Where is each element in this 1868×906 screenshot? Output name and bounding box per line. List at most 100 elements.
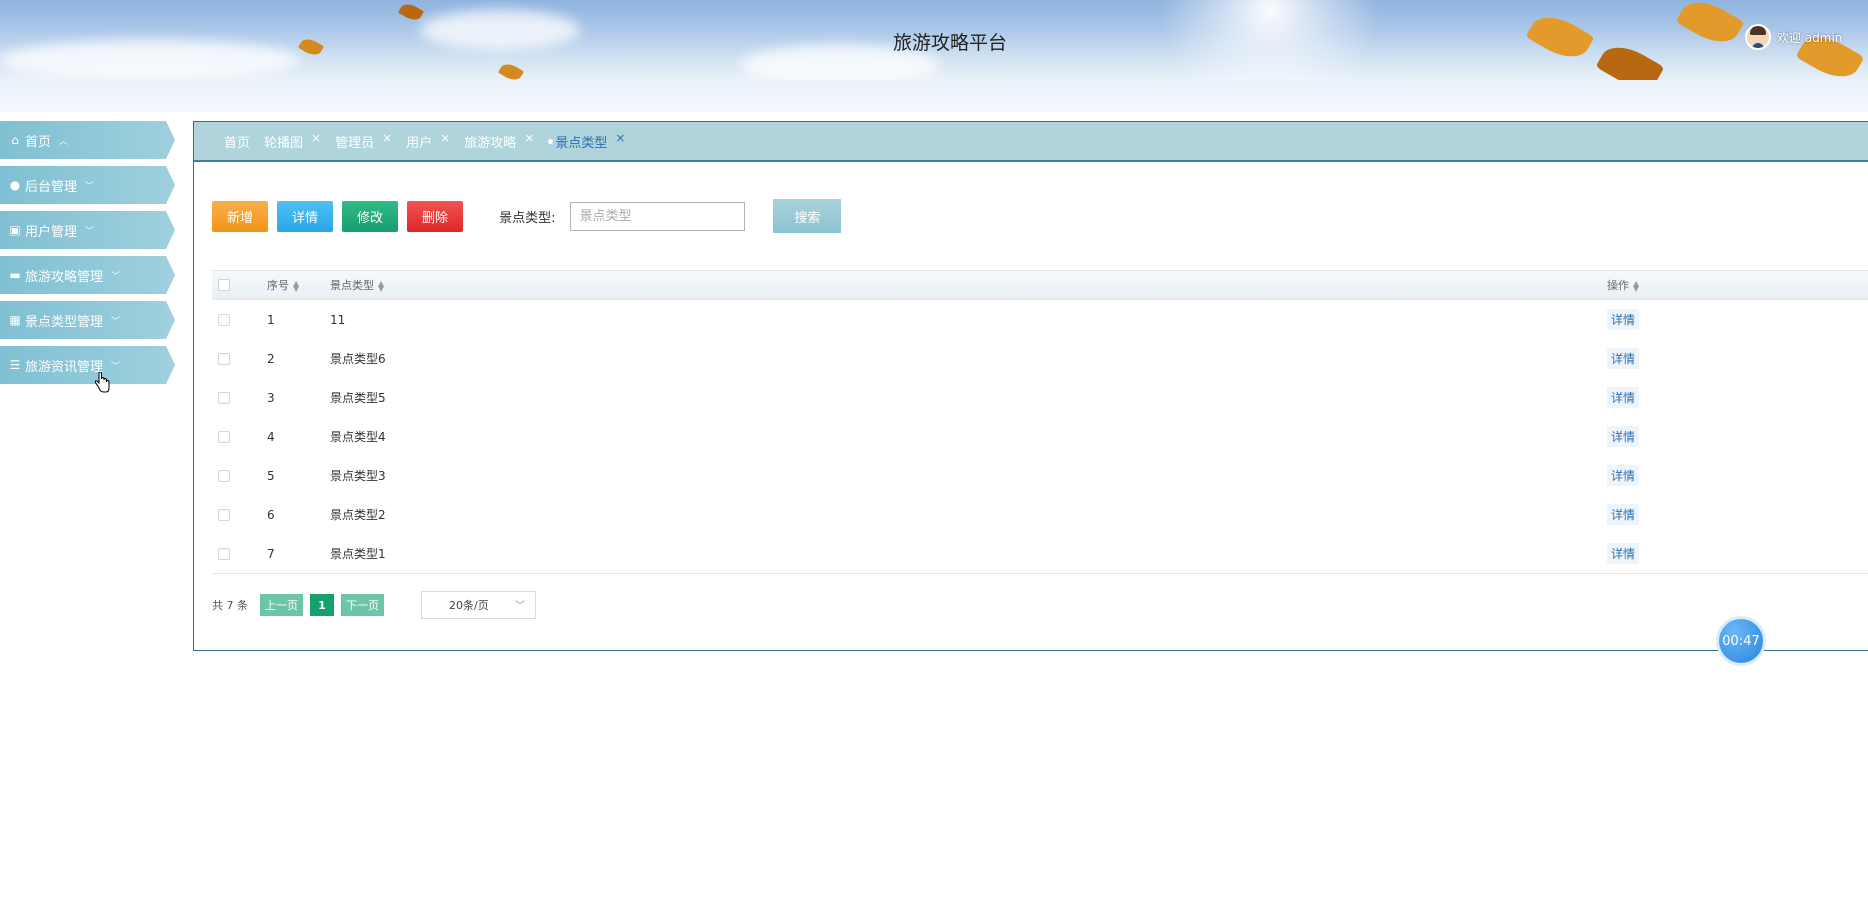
row-checkbox[interactable]: [218, 508, 230, 521]
tab-spot-types[interactable]: 景点类型 ×: [548, 131, 625, 151]
table-row[interactable]: 6 景点类型2 详情: [212, 495, 1868, 534]
row-checkbox[interactable]: [218, 469, 230, 482]
row-checkbox[interactable]: [218, 430, 230, 443]
next-page-button[interactable]: 下一页: [341, 594, 384, 616]
row-detail-link[interactable]: 详情: [1607, 387, 1640, 408]
row-checkbox[interactable]: [218, 313, 230, 326]
welcome-text: 欢迎 admin: [1777, 30, 1843, 45]
timer-badge[interactable]: 00:47: [1719, 619, 1763, 663]
page-size-select[interactable]: 20条/页 ﹀: [421, 591, 536, 619]
cell-no: 2: [267, 351, 275, 366]
picture-icon: ▬: [9, 268, 21, 282]
sort-icon[interactable]: ▲ ▼: [378, 280, 384, 293]
tab-label: 用户: [406, 135, 433, 151]
row-detail-link[interactable]: 详情: [1607, 426, 1640, 447]
search-label: 景点类型:: [499, 210, 556, 226]
sort-icon[interactable]: ▲ ▼: [293, 280, 299, 293]
user-menu[interactable]: 欢迎 admin: [1745, 22, 1842, 52]
row-detail-link[interactable]: 详情: [1607, 465, 1640, 486]
cell-type: 景点类型5: [330, 391, 386, 405]
pagination: 共 7 条 上一页 1 下一页 20条/页 ﹀: [212, 591, 536, 619]
page-number-button[interactable]: 1: [310, 594, 334, 616]
sidebar-item-users[interactable]: ▣ 用户管理 ﹀: [0, 211, 175, 249]
edit-button[interactable]: 修改: [342, 200, 399, 232]
cell-no: 7: [267, 546, 275, 561]
main-panel: 首页 轮播图 × 管理员 × 用户 × 旅游攻略 × 景点类型 × 新增 详情 …: [193, 121, 1868, 651]
detail-button[interactable]: 详情: [277, 200, 334, 232]
close-icon[interactable]: ×: [382, 131, 392, 145]
chevron-down-icon: ﹀: [111, 316, 121, 327]
tab-home[interactable]: 首页: [224, 132, 250, 151]
toolbar: 新增 详情 修改 删除 景点类型: 搜索: [212, 199, 842, 233]
table-row[interactable]: 2 景点类型6 详情: [212, 339, 1868, 378]
avatar: [1745, 24, 1771, 50]
cell-no: 3: [267, 390, 275, 405]
cell-type: 景点类型1: [330, 547, 386, 561]
row-checkbox[interactable]: [218, 352, 230, 365]
page-title: 旅游攻略平台: [892, 32, 1007, 54]
column-header-type[interactable]: 景点类型 ▲ ▼: [330, 277, 1607, 293]
column-header-label: 操作: [1607, 279, 1629, 292]
table-row[interactable]: 7 景点类型1 详情: [212, 534, 1868, 573]
total-count: 共 7 条: [212, 599, 248, 612]
cell-type: 11: [330, 312, 346, 327]
close-icon[interactable]: ×: [440, 131, 450, 145]
sidebar-item-home[interactable]: ⌂ 首页 ︿: [0, 121, 175, 159]
table-row[interactable]: 1 11 详情: [212, 300, 1868, 339]
tab-users[interactable]: 用户 ×: [406, 131, 450, 151]
tab-guides[interactable]: 旅游攻略 ×: [464, 131, 534, 151]
tab-bar: 首页 轮播图 × 管理员 × 用户 × 旅游攻略 × 景点类型 ×: [194, 122, 1868, 162]
column-header-no[interactable]: 序号 ▲ ▼: [267, 277, 330, 293]
cell-no: 1: [267, 312, 275, 327]
cell-type: 景点类型2: [330, 508, 386, 522]
sidebar-item-label: 首页: [25, 134, 52, 150]
search-button[interactable]: 搜索: [773, 199, 842, 233]
cell-type: 景点类型6: [330, 352, 386, 366]
close-icon[interactable]: ×: [311, 131, 321, 145]
prev-page-button[interactable]: 上一页: [260, 594, 303, 616]
table-row[interactable]: 5 景点类型3 详情: [212, 456, 1868, 495]
chevron-down-icon: ﹀: [111, 271, 121, 282]
row-detail-link[interactable]: 详情: [1607, 543, 1640, 564]
row-detail-link[interactable]: 详情: [1607, 348, 1640, 369]
close-icon[interactable]: ×: [524, 131, 534, 145]
sidebar-item-label: 用户管理: [25, 224, 78, 240]
select-all-checkbox[interactable]: [218, 279, 230, 291]
tab-admins[interactable]: 管理员 ×: [335, 131, 392, 151]
sidebar-item-spot-types[interactable]: ▦ 景点类型管理 ﹀: [0, 301, 175, 339]
sidebar-item-news[interactable]: ☰ 旅游资讯管理 ﹀: [0, 346, 175, 384]
delete-button[interactable]: 删除: [407, 200, 464, 232]
search-input[interactable]: [570, 201, 746, 231]
header-banner: 旅游攻略平台 欢迎 admin: [0, 0, 1868, 80]
column-header-label: 景点类型: [330, 279, 374, 292]
sidebar-item-guides[interactable]: ▬ 旅游攻略管理 ﹀: [0, 256, 175, 294]
chevron-down-icon: ﹀: [85, 181, 95, 192]
cell-no: 5: [267, 468, 275, 483]
row-checkbox[interactable]: [218, 391, 230, 404]
column-header-label: 序号: [267, 279, 289, 292]
list-icon: ☰: [9, 358, 21, 372]
row-checkbox[interactable]: [218, 547, 230, 560]
chevron-up-icon: ︿: [59, 136, 69, 147]
add-button[interactable]: 新增: [212, 200, 269, 232]
sidebar-item-label: 旅游攻略管理: [25, 269, 104, 285]
cell-no: 6: [267, 507, 275, 522]
table-row[interactable]: 3 景点类型5 详情: [212, 378, 1868, 417]
page-size-value: 20条/页: [449, 599, 489, 612]
tab-carousel[interactable]: 轮播图 ×: [264, 131, 321, 151]
column-header-op[interactable]: 操作 ▲ ▼: [1607, 277, 1868, 293]
sort-icon[interactable]: ▲ ▼: [1633, 280, 1639, 293]
table-row[interactable]: 4 景点类型4 详情: [212, 417, 1868, 456]
tab-label: 首页: [224, 135, 251, 151]
close-icon[interactable]: ×: [615, 131, 625, 145]
sidebar-item-label: 后台管理: [25, 179, 78, 195]
sidebar-item-admin[interactable]: ● 后台管理 ﹀: [0, 166, 175, 204]
user-card-icon: ▣: [9, 223, 21, 237]
chevron-down-icon: ﹀: [515, 601, 525, 612]
hand-cursor-icon: [94, 372, 110, 393]
cell-type: 景点类型3: [330, 469, 386, 483]
row-detail-link[interactable]: 详情: [1607, 309, 1640, 330]
cell-type: 景点类型4: [330, 430, 386, 444]
row-detail-link[interactable]: 详情: [1607, 504, 1640, 525]
active-dot-icon: [548, 138, 554, 144]
